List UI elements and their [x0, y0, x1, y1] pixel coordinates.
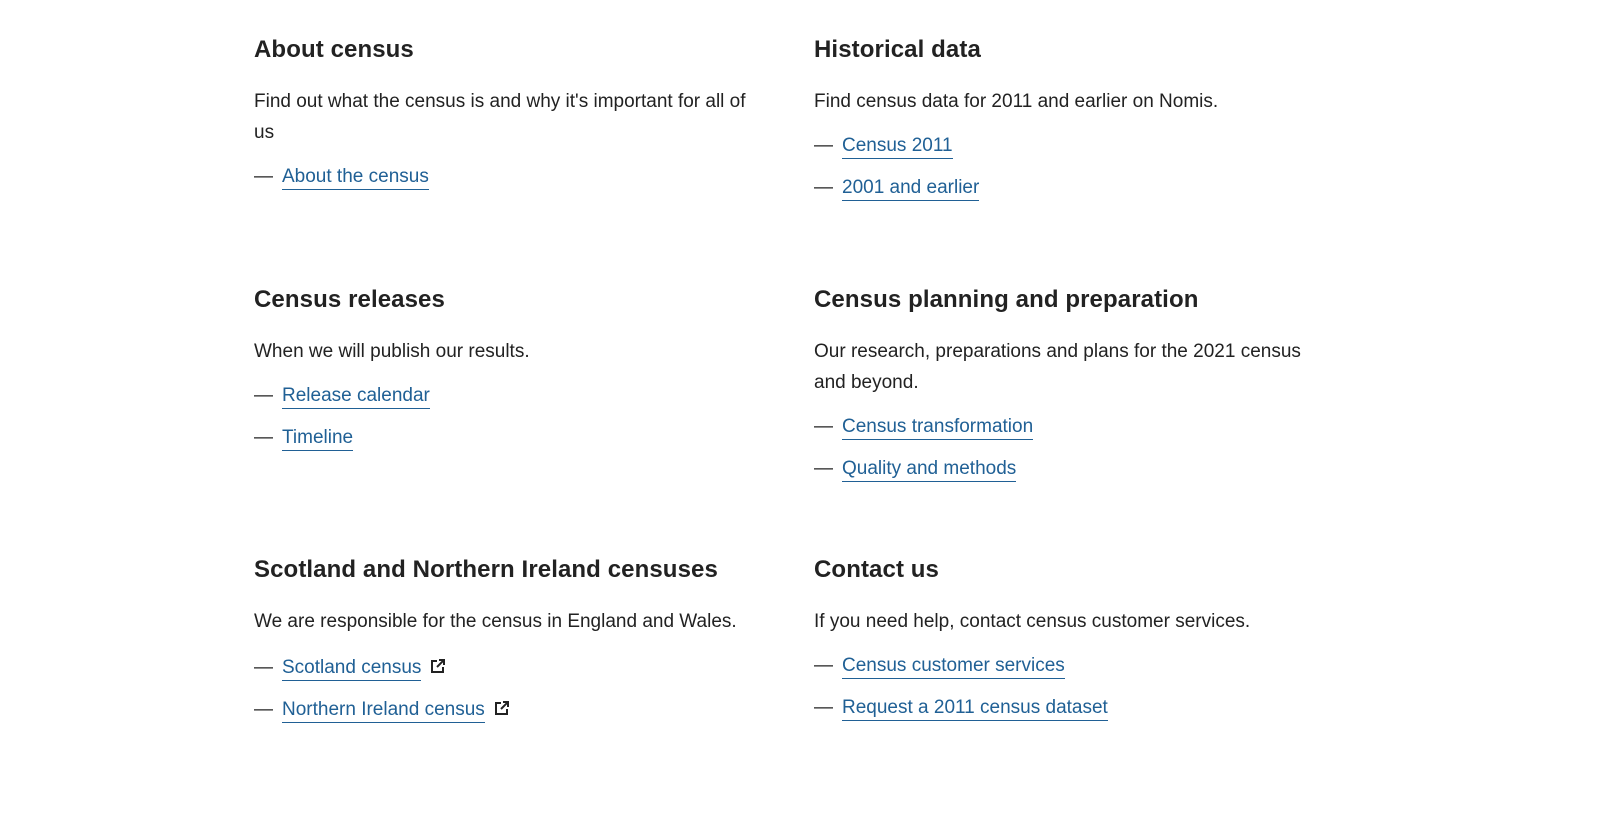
census-transformation-link[interactable]: Census transformation [842, 416, 1034, 440]
dash-bullet: — [814, 697, 833, 718]
dash-bullet: — [254, 427, 273, 448]
census-sections-grid: About census Find out what the census is… [254, 34, 1314, 804]
section-links: — Census customer services — Request a 2… [814, 655, 1314, 739]
dash-bullet: — [254, 657, 273, 678]
census-customer-services-link[interactable]: Census customer services [842, 655, 1065, 679]
section-description: We are responsible for the census in Eng… [254, 611, 737, 632]
section-description: Find out what the census is and why it's… [254, 91, 746, 143]
section-links: — About the census [254, 166, 754, 208]
list-item: — Release calendar [254, 385, 754, 427]
list-item: — Quality and methods [814, 458, 1314, 500]
dash-bullet: — [814, 135, 833, 156]
dash-bullet: — [814, 177, 833, 198]
release-calendar-link[interactable]: Release calendar [282, 385, 430, 409]
section-description: Find census data for 2011 and earlier on… [814, 91, 1219, 112]
section-links: — Scotland census — Northern Ireland cen… [254, 655, 754, 739]
list-item: — Census 2011 [814, 135, 1314, 177]
list-item: — About the census [254, 166, 754, 208]
section-about-census: About census Find out what the census is… [254, 34, 754, 284]
section-census-releases: Census releases When we will publish our… [254, 284, 754, 554]
section-title: Census releases [254, 286, 445, 313]
dash-bullet: — [814, 458, 833, 479]
northern-ireland-census-link[interactable]: Northern Ireland census [282, 699, 485, 723]
list-item: — Census transformation [814, 416, 1314, 458]
timeline-link[interactable]: Timeline [282, 427, 354, 451]
dash-bullet: — [254, 166, 273, 187]
section-historical-data: Historical data Find census data for 201… [814, 34, 1314, 284]
section-description: When we will publish our results. [254, 341, 530, 362]
list-item: — Northern Ireland census [254, 697, 754, 739]
section-census-planning: Census planning and preparation Our rese… [814, 284, 1314, 554]
external-link-icon[interactable] [429, 657, 447, 675]
dash-bullet: — [254, 385, 273, 406]
section-title: Contact us [814, 556, 940, 583]
list-item: — Census customer services [814, 655, 1314, 697]
section-contact-us: Contact us If you need help, contact cen… [814, 554, 1314, 804]
section-title: Scotland and Northern Ireland censuses [254, 556, 718, 583]
list-item: — Request a 2011 census dataset [814, 697, 1314, 739]
list-item: — Scotland census [254, 655, 754, 697]
about-the-census-link[interactable]: About the census [282, 166, 429, 190]
section-links: — Census 2011 — 2001 and earlier [814, 135, 1314, 219]
section-links: — Release calendar — Timeline [254, 385, 754, 469]
section-title: Census planning and preparation [814, 286, 1199, 313]
external-link-icon[interactable] [493, 699, 511, 717]
section-links: — Census transformation — Quality and me… [814, 416, 1314, 500]
request-2011-census-dataset-link[interactable]: Request a 2011 census dataset [842, 697, 1108, 721]
dash-bullet: — [254, 699, 273, 720]
section-title: Historical data [814, 36, 981, 63]
dash-bullet: — [814, 655, 833, 676]
list-item: — 2001 and earlier [814, 177, 1314, 219]
section-scotland-ni-censuses: Scotland and Northern Ireland censuses W… [254, 554, 754, 804]
section-description: If you need help, contact census custome… [814, 611, 1251, 632]
2001-and-earlier-link[interactable]: 2001 and earlier [842, 177, 980, 201]
census-2011-link[interactable]: Census 2011 [842, 135, 953, 159]
quality-and-methods-link[interactable]: Quality and methods [842, 458, 1017, 482]
dash-bullet: — [814, 416, 833, 437]
section-description: Our research, preparations and plans for… [814, 341, 1301, 393]
list-item: — Timeline [254, 427, 754, 469]
section-title: About census [254, 36, 414, 63]
scotland-census-link[interactable]: Scotland census [282, 657, 422, 681]
